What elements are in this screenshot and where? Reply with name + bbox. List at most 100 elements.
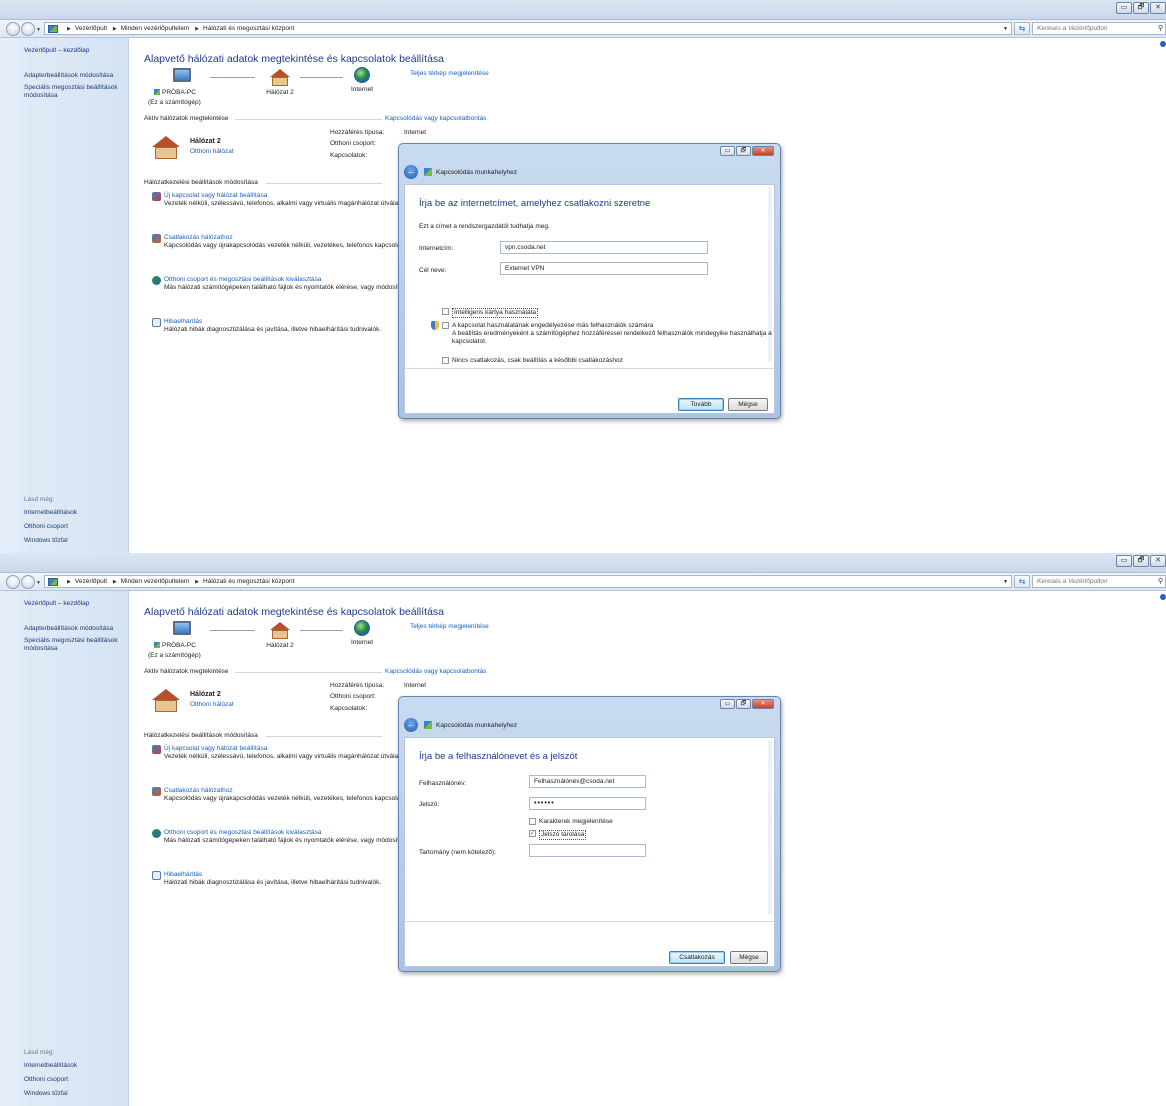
sidebar-item-home[interactable]: Vezérlőpult – kezdőlap (24, 47, 126, 55)
sidebar-item-advanced-sharing[interactable]: Speciális megosztási beállítások módosít… (24, 84, 126, 100)
task-link[interactable]: Csatlakozás hálózathoz (164, 234, 424, 242)
scrollbar[interactable] (768, 740, 772, 915)
back-arrow-icon[interactable]: ← (404, 718, 418, 732)
connect-disconnect-link[interactable]: Kapcsolódás vagy kapcsolatbontás (385, 668, 487, 675)
search-box[interactable]: ⚲ (1032, 22, 1166, 35)
network-type-link[interactable]: Otthoni hálózat (190, 701, 234, 708)
maximize-button[interactable]: 🗗 (1133, 2, 1149, 14)
dialog-maximize-button[interactable]: 🗗 (736, 699, 751, 709)
sidebar-item-home[interactable]: Vezérlőpult – kezdőlap (24, 600, 126, 608)
breadcrumb-item[interactable]: Hálózati és megosztási központ (203, 25, 294, 32)
search-input[interactable] (1033, 23, 1153, 34)
history-dropdown-icon[interactable]: ▼ (36, 580, 41, 586)
full-map-link[interactable]: Teljes térkép megjelenítése (410, 70, 489, 77)
refresh-button[interactable]: ⇆ (1014, 22, 1030, 35)
access-type-label: Hozzáférés típusa: (330, 129, 385, 136)
destination-input[interactable] (500, 262, 708, 275)
network-type-link[interactable]: Otthoni hálózat (190, 148, 234, 155)
allow-others-checkbox[interactable] (442, 322, 449, 329)
sidebar-item-advanced-sharing[interactable]: Speciális megosztási beállítások módosít… (24, 637, 126, 653)
sidebar-item-homegroup[interactable]: Otthoni csoport (24, 1076, 126, 1084)
allow-others-option[interactable]: A kapcsolat használatának engedélyezése … (442, 322, 774, 346)
task-link[interactable]: Otthoni csoport és megosztási beállításo… (164, 829, 424, 837)
cancel-button[interactable]: Mégse (728, 398, 768, 411)
address-input[interactable] (500, 241, 708, 254)
show-characters-option[interactable]: Karakterek megjelenítése (529, 818, 613, 826)
dialog-header: ← Kapcsolódás munkahelyhez (404, 161, 775, 183)
address-dropdown-icon[interactable]: ▼ (1003, 579, 1008, 585)
smartcard-option[interactable]: Intelligens kártya használata (442, 308, 539, 318)
network-node-label: Hálózat 2 (266, 642, 294, 649)
remember-password-checkbox[interactable]: ✓ (529, 830, 536, 837)
history-dropdown-icon[interactable]: ▼ (36, 27, 41, 33)
next-button[interactable]: Tovább (678, 398, 724, 411)
search-icon[interactable]: ⚲ (1158, 24, 1163, 32)
full-map-link[interactable]: Teljes térkép megjelenítése (410, 623, 489, 630)
remember-password-option[interactable]: ✓ Jelszó tárolása (529, 830, 587, 840)
cancel-button[interactable]: Mégse (730, 951, 768, 964)
search-icon[interactable]: ⚲ (1158, 577, 1163, 585)
task-link[interactable]: Új kapcsolat vagy hálózat beállítása (164, 192, 424, 200)
task-link[interactable]: Otthoni csoport és megosztási beállításo… (164, 276, 424, 284)
network-node: Hálózat 2 (260, 69, 300, 96)
homegroup-label: Otthoni csoport: (330, 140, 376, 147)
sidebar-item-homegroup[interactable]: Otthoni csoport (24, 523, 126, 531)
no-connect-option[interactable]: Nincs csatlakozás, csak beállítás a késő… (442, 357, 623, 365)
help-icon[interactable] (1160, 594, 1166, 600)
search-box[interactable]: ⚲ (1032, 575, 1166, 588)
page-title: Alapvető hálózati adatok megtekintése és… (144, 53, 445, 65)
credentials-dialog: ▭ 🗗 ✕ ← Kapcsolódás munkahelyhez Írja be… (398, 696, 781, 972)
username-input[interactable] (529, 775, 646, 788)
smartcard-checkbox[interactable] (442, 308, 449, 315)
close-button[interactable]: ✕ (1150, 2, 1166, 14)
connect-disconnect-link[interactable]: Kapcsolódás vagy kapcsolatbontás (385, 115, 487, 122)
back-arrow-icon[interactable]: ← (404, 165, 418, 179)
breadcrumb-item[interactable]: Hálózati és megosztási központ (203, 578, 294, 585)
dialog-minimize-button[interactable]: ▭ (720, 146, 735, 156)
screenshot-step-1: ▭ 🗗 ✕ ▼ ▶ Vezérlőpult ▶ Minden vezérlőpult… (0, 0, 1166, 553)
dialog-close-button[interactable]: ✕ (752, 146, 774, 156)
task-link[interactable]: Hibaelhárítás (164, 871, 424, 879)
help-icon[interactable] (1160, 41, 1166, 47)
task-description: Más hálózati számítógépeken található fá… (164, 284, 400, 291)
refresh-button[interactable]: ⇆ (1014, 575, 1030, 588)
sidebar-item-adapter-settings[interactable]: Adapterbeállítások módosítása (24, 72, 126, 80)
breadcrumb-item[interactable]: Vezérlőpult (75, 25, 107, 32)
minimize-button[interactable]: ▭ (1116, 555, 1132, 567)
address-bar[interactable]: ▶ Vezérlőpult ▶ Minden vezérlőpultelem ▶ Há… (44, 22, 1012, 35)
back-button[interactable] (6, 22, 20, 36)
task-new-connection: Új kapcsolat vagy hálózat beállítása Vez… (152, 192, 424, 216)
password-input[interactable]: •••••• (529, 797, 646, 810)
dialog-minimize-button[interactable]: ▭ (720, 699, 735, 709)
sidebar-item-firewall[interactable]: Windows tűzfal (24, 537, 126, 545)
sidebar-item-firewall[interactable]: Windows tűzfal (24, 1090, 126, 1098)
domain-input[interactable] (529, 844, 646, 857)
dialog-maximize-button[interactable]: 🗗 (736, 146, 751, 156)
close-button[interactable]: ✕ (1150, 555, 1166, 567)
breadcrumb-item[interactable]: Minden vezérlőpultelem (121, 578, 190, 585)
forward-button[interactable] (21, 575, 35, 589)
breadcrumb: ▶ Vezérlőpult ▶ Minden vezérlőpultelem ▶ Há… (67, 25, 295, 32)
search-input[interactable] (1033, 576, 1153, 587)
minimize-button[interactable]: ▭ (1116, 2, 1132, 14)
sidebar-item-internet-options[interactable]: Internetbeállítások (24, 509, 126, 517)
task-link[interactable]: Csatlakozás hálózathoz (164, 787, 424, 795)
access-type-value: Internet (404, 682, 427, 689)
breadcrumb-item[interactable]: Vezérlőpult (75, 578, 107, 585)
maximize-button[interactable]: 🗗 (1133, 555, 1149, 567)
new-connection-icon (152, 192, 161, 201)
breadcrumb-item[interactable]: Minden vezérlőpultelem (121, 25, 190, 32)
address-dropdown-icon[interactable]: ▼ (1003, 26, 1008, 32)
show-characters-checkbox[interactable] (529, 818, 536, 825)
sidebar-item-internet-options[interactable]: Internetbeállítások (24, 1062, 126, 1070)
no-connect-checkbox[interactable] (442, 357, 449, 364)
connect-button[interactable]: Csatlakozás (669, 951, 725, 964)
dialog-close-button[interactable]: ✕ (752, 699, 774, 709)
address-bar[interactable]: ▶ Vezérlőpult ▶ Minden vezérlőpultelem ▶ Há… (44, 575, 1012, 588)
task-link[interactable]: Új kapcsolat vagy hálózat beállítása (164, 745, 424, 753)
forward-button[interactable] (21, 22, 35, 36)
connection-line (210, 630, 255, 631)
back-button[interactable] (6, 575, 20, 589)
task-link[interactable]: Hibaelhárítás (164, 318, 424, 326)
sidebar-item-adapter-settings[interactable]: Adapterbeállítások módosítása (24, 625, 126, 633)
